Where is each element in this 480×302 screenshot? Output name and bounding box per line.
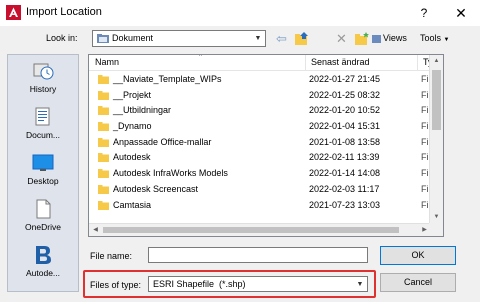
dialog-body: Look in: Dokument ▼ ⇦ ✕ Views ▼ Tools ▼ (0, 26, 480, 302)
horizontal-scrollbar[interactable]: ◀ ▶ (89, 223, 431, 236)
new-folder-icon[interactable] (354, 30, 370, 47)
back-arrow-icon[interactable]: ⇦ (276, 30, 292, 47)
file-list-header: Namn ^ Senast ändrad Typ (89, 54, 438, 71)
scroll-thumb[interactable] (432, 70, 441, 130)
file-list[interactable]: Namn ^ Senast ändrad Typ __Naviate_Templ… (88, 54, 444, 237)
column-divider[interactable] (305, 55, 306, 71)
tools-label: Tools (420, 33, 442, 43)
scrollbar-corner (429, 223, 443, 236)
folder-icon (98, 75, 109, 84)
file-modified: 2021-07-23 13:03 (309, 199, 381, 210)
folder-icon (98, 153, 109, 163)
column-divider[interactable] (417, 55, 418, 71)
folder-icon (98, 137, 109, 147)
folder-icon (98, 169, 109, 179)
file-modified: 2022-02-03 11:17 (309, 183, 380, 194)
file-name-input[interactable] (148, 247, 368, 263)
title-bar: Import Location ? ✕ (0, 0, 480, 26)
file-modified: 2022-01-27 21:45 (309, 74, 381, 84)
files-of-type-label: Files of type: (90, 280, 142, 290)
files-of-type-value: ESRI Shapefile (*.shp) (153, 279, 246, 289)
vertical-scrollbar[interactable]: ▲ ▼ (429, 55, 443, 224)
place-label: Autode... (25, 268, 61, 278)
file-modified: 2022-02-11 13:39 (309, 152, 380, 163)
file-name-label: File name: (90, 251, 133, 261)
place-label: Docum... (25, 130, 60, 140)
scroll-thumb[interactable] (103, 227, 399, 233)
folder-icon (98, 200, 109, 210)
folder-icon (98, 90, 109, 100)
file-rows: __Naviate_Template_WIPs2022-01-27 21:45F… (89, 72, 443, 214)
file-name: Anpassade Office-mallar (113, 136, 212, 147)
file-name: _Dynamo (113, 121, 152, 132)
place-documents[interactable]: Docum... (8, 107, 78, 140)
folder-icon (98, 122, 109, 132)
column-header-modified[interactable]: Senast ändrad (311, 57, 370, 67)
up-folder-icon[interactable] (294, 30, 310, 47)
file-name: __Utbildningar (113, 105, 172, 116)
documents-icon (35, 107, 50, 126)
views-icon (372, 34, 381, 43)
sort-ascending-icon: ^ (199, 54, 202, 60)
places-bar: History Docum... Desktop OneDrive Autode… (7, 54, 79, 292)
scroll-up-icon[interactable]: ▲ (430, 55, 443, 68)
history-icon (33, 63, 54, 80)
views-menu[interactable]: Views ▼ (372, 30, 412, 60)
file-name: __Projekt (113, 89, 152, 100)
autodesk-icon (36, 246, 51, 264)
place-label: History (29, 84, 57, 94)
file-name: Autodesk Screencast (113, 183, 199, 194)
file-modified: 2022-01-04 15:31 (309, 121, 381, 132)
place-autodesk[interactable]: Autode... (8, 245, 78, 278)
column-header-name[interactable]: Namn (95, 57, 119, 67)
list-item[interactable]: Anpassade Office-mallar2021-01-08 13:58F… (89, 135, 443, 151)
onedrive-icon (36, 199, 51, 219)
chevron-down-icon[interactable]: ▼ (353, 277, 367, 292)
list-item[interactable]: Autodesk InfraWorks Models 2022-01-14 14:… (89, 166, 443, 182)
window-title: Import Location (26, 6, 102, 18)
cancel-button[interactable]: Cancel (380, 273, 456, 292)
list-item[interactable]: Autodesk2022-02-11 13:39Filma (89, 150, 443, 166)
close-button[interactable]: ✕ (448, 2, 474, 24)
folder-icon (98, 184, 109, 194)
delete-icon[interactable]: ✕ (336, 30, 350, 47)
file-modified: 2022-01-14 14:08 (309, 168, 381, 179)
file-name: Autodesk (113, 152, 151, 163)
tools-menu[interactable]: Tools ▼ (420, 30, 460, 47)
file-name: Autodesk InfraWorks Models (113, 168, 228, 179)
look-in-combo[interactable]: Dokument ▼ (92, 30, 266, 47)
file-name: Camtasia (113, 199, 152, 210)
autocad-app-icon (6, 5, 21, 20)
views-label: Views (383, 33, 407, 43)
folder-icon (98, 106, 109, 116)
list-item[interactable]: __Naviate_Template_WIPs2022-01-27 21:45F… (89, 72, 443, 88)
chevron-down-icon: ▼ (443, 37, 450, 43)
place-desktop[interactable]: Desktop (8, 153, 78, 186)
look-in-value: Dokument (112, 33, 154, 43)
list-item[interactable]: __Utbildningar2022-01-20 10:52Filma (89, 103, 443, 119)
place-onedrive[interactable]: OneDrive (8, 199, 78, 232)
list-item[interactable]: __Projekt2022-01-25 08:32Filma (89, 88, 443, 104)
file-modified: 2021-01-08 13:58 (309, 136, 381, 147)
desktop-icon (32, 154, 54, 171)
files-of-type-combo[interactable]: ESRI Shapefile (*.shp) ▼ (148, 276, 368, 292)
look-in-label: Look in: (46, 33, 78, 43)
place-history[interactable]: History (8, 61, 78, 94)
place-label: Desktop (27, 176, 59, 186)
list-item[interactable]: Camtasia2021-07-23 13:03Filma (89, 198, 443, 214)
scroll-left-icon[interactable]: ◀ (89, 224, 102, 236)
file-name: __Naviate_Template_WIPs (113, 74, 222, 84)
place-label: OneDrive (25, 222, 61, 232)
list-item[interactable]: _Dynamo2022-01-04 15:31Filma (89, 119, 443, 135)
chevron-down-icon[interactable]: ▼ (251, 31, 265, 46)
file-modified: 2022-01-25 08:32 (309, 89, 381, 100)
documents-folder-icon (97, 34, 109, 43)
ok-button[interactable]: OK (380, 246, 456, 265)
help-button[interactable]: ? (414, 4, 434, 22)
file-modified: 2022-01-20 10:52 (309, 105, 381, 116)
list-item[interactable]: Autodesk Screencast2022-02-03 11:17Filma (89, 182, 443, 198)
